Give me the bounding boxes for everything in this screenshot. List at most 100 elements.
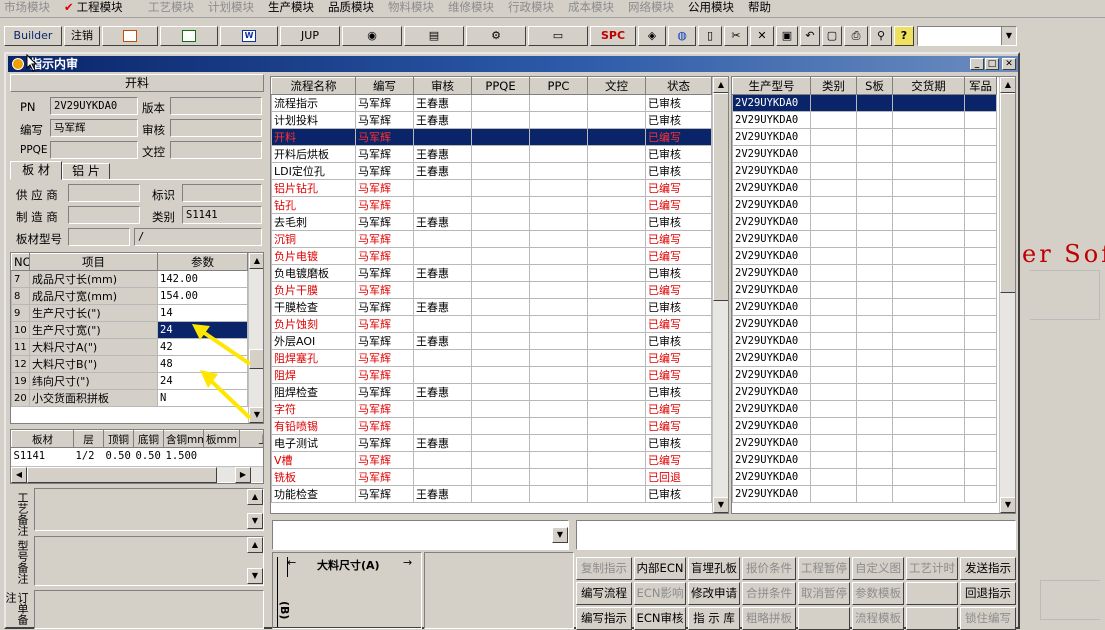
menu-item-9[interactable]: 成本模块 <box>568 0 614 16</box>
order-row[interactable]: 2V29UYKDA0 <box>732 230 997 248</box>
action-button-2-0[interactable]: 编写指示 <box>576 607 632 630</box>
order-row[interactable]: 2V29UYKDA0 <box>732 366 997 384</box>
ppt-icon[interactable] <box>102 26 158 46</box>
flow-header[interactable]: 状态 <box>645 77 712 95</box>
close-button[interactable]: ✕ <box>1002 58 1016 70</box>
new-file-icon[interactable]: ▯ <box>698 26 722 46</box>
param-row[interactable]: 8 成品尺寸宽(mm) 154.00 <box>11 287 248 305</box>
maximize-button[interactable]: □ <box>985 58 999 70</box>
order-row[interactable]: 2V29UYKDA0 <box>732 451 997 469</box>
cube-icon[interactable]: ◈ <box>638 26 666 46</box>
flow-row[interactable]: 阻焊 马军辉 已编写 <box>271 366 712 384</box>
action-button-2-3[interactable]: 粗略拼板 <box>742 607 796 630</box>
undo-icon[interactable]: ↶ <box>800 26 820 46</box>
chevron-down-icon[interactable]: ▼ <box>552 527 568 543</box>
order-row[interactable]: 2V29UYKDA0 <box>732 196 997 214</box>
find-icon[interactable]: ⚲ <box>870 26 892 46</box>
order-row[interactable]: 2V29UYKDA0 <box>732 281 997 299</box>
category-field[interactable]: S1141 <box>182 206 262 224</box>
flow-row[interactable]: 负片干膜 马军辉 已编写 <box>271 281 712 299</box>
order-row[interactable]: 2V29UYKDA0 <box>732 179 997 197</box>
save-icon[interactable]: ▣ <box>776 26 798 46</box>
doc-control-field[interactable] <box>170 141 262 159</box>
order-row[interactable]: 2V29UYKDA0 <box>732 264 997 282</box>
action-button-2-2[interactable]: 指 示 库 <box>688 607 740 630</box>
computer-icon[interactable]: ▭ <box>528 26 588 46</box>
flow-header[interactable]: 审核 <box>413 77 472 95</box>
builder-button[interactable]: Builder <box>4 26 62 46</box>
orders-header[interactable]: 类别 <box>810 77 857 95</box>
scroll-up-icon[interactable]: ▲ <box>1000 77 1015 93</box>
action-button-2-4[interactable] <box>798 607 850 630</box>
flow-row[interactable]: 字符 马军辉 已编写 <box>271 400 712 418</box>
flow-row[interactable]: V槽 马军辉 已编写 <box>271 451 712 469</box>
action-button-1-0[interactable]: 编写流程 <box>576 582 632 605</box>
order-row[interactable]: 2V29UYKDA0 <box>732 434 997 452</box>
menu-item-12[interactable]: 帮助 <box>748 0 771 16</box>
action-button-0-7[interactable]: 发送指示 <box>960 557 1016 580</box>
orders-header[interactable]: 生产型号 <box>732 77 811 95</box>
action-button-0-4[interactable]: 工程暂停 <box>798 557 850 580</box>
scroll-down-icon[interactable]: ▼ <box>247 568 263 584</box>
scroll-right-icon[interactable]: ▶ <box>235 467 251 483</box>
pn-field[interactable]: 2V29UYKDA0 <box>50 97 138 115</box>
flow-row[interactable]: 去毛刺 马军辉 王春惠 已审核 <box>271 213 712 231</box>
flow-row[interactable]: 外层AOI 马军辉 王春惠 已审核 <box>271 332 712 350</box>
excel-icon[interactable] <box>160 26 218 46</box>
maker-field[interactable] <box>68 206 140 224</box>
order-row[interactable]: 2V29UYKDA0 <box>732 145 997 163</box>
process-remark-box[interactable]: ▲ ▼ <box>34 488 264 531</box>
menu-item-10[interactable]: 网络模块 <box>628 0 674 16</box>
order-row[interactable]: 2V29UYKDA0 <box>732 298 997 316</box>
flow-row[interactable]: 有铅喷锡 马军辉 已编写 <box>271 417 712 435</box>
toolbar-combo[interactable]: ▼ <box>917 26 1017 46</box>
flow-row[interactable]: 铣板 马军辉 已回退 <box>271 468 712 486</box>
orders-scrollbar[interactable]: ▲ ▼ <box>999 77 1015 513</box>
scroll-up-icon[interactable]: ▲ <box>247 537 263 553</box>
word-icon[interactable]: W <box>220 26 278 46</box>
scroll-up-icon[interactable]: ▲ <box>713 77 728 93</box>
scroll-up-icon[interactable]: ▲ <box>249 253 263 269</box>
action-button-1-3[interactable]: 合拼条件 <box>742 582 796 605</box>
spc-button[interactable]: SPC <box>590 26 636 46</box>
flow-row[interactable]: 计划投料 马军辉 王春惠 已审核 <box>271 111 712 129</box>
scroll-down-icon[interactable]: ▼ <box>247 513 263 529</box>
action-button-1-7[interactable]: 回退指示 <box>960 582 1016 605</box>
eye-icon[interactable]: ◉ <box>342 26 402 46</box>
orders-header[interactable]: 交货期 <box>892 77 965 95</box>
delete-icon[interactable]: ✕ <box>750 26 774 46</box>
action-button-0-0[interactable]: 复制指示 <box>576 557 632 580</box>
order-row[interactable]: 2V29UYKDA0 <box>732 315 997 333</box>
model-remark-box[interactable]: ▲ ▼ <box>34 536 264 586</box>
minimize-button[interactable]: _ <box>970 58 984 70</box>
cut-icon[interactable]: ✂ <box>724 26 748 46</box>
menu-item-4[interactable]: 生产模块 <box>268 0 314 16</box>
menu-item-2[interactable]: 工艺模块 <box>148 0 194 16</box>
tab-aluminum[interactable]: 铝 片 <box>62 163 110 180</box>
action-button-2-1[interactable]: ECN审核 <box>634 607 686 630</box>
flow-row[interactable]: 负片电镀 马军辉 已编写 <box>271 247 712 265</box>
flow-row[interactable]: 阻焊塞孔 马军辉 已编写 <box>271 349 712 367</box>
flow-header[interactable]: 文控 <box>587 77 646 95</box>
order-row[interactable]: 2V29UYKDA0 <box>732 400 997 418</box>
board-row[interactable]: S1141 1/2 0.50 0.50 1.500 <box>12 448 264 465</box>
board-type-field[interactable] <box>68 228 130 246</box>
action-button-2-7[interactable]: 锁住编写 <box>960 607 1016 630</box>
flow-row[interactable]: 功能检查 马军辉 王春惠 已审核 <box>271 485 712 503</box>
database-icon[interactable]: ▤ <box>404 26 464 46</box>
order-row[interactable]: 2V29UYKDA0 <box>732 94 997 112</box>
order-remark-box[interactable] <box>34 590 264 629</box>
flow-row[interactable]: 流程指示 马军辉 王春惠 已审核 <box>271 94 712 112</box>
order-row[interactable]: 2V29UYKDA0 <box>732 162 997 180</box>
flow-row[interactable]: LDI定位孔 马军辉 王春惠 已审核 <box>271 162 712 180</box>
order-row[interactable]: 2V29UYKDA0 <box>732 383 997 401</box>
action-button-1-6[interactable] <box>906 582 958 605</box>
author-field[interactable]: 马军辉 <box>50 119 138 137</box>
menu-item-3[interactable]: 计划模块 <box>208 0 254 16</box>
action-button-0-5[interactable]: 自定义图 <box>852 557 904 580</box>
order-row[interactable]: 2V29UYKDA0 <box>732 417 997 435</box>
flow-header[interactable]: 流程名称 <box>271 77 356 95</box>
action-button-1-5[interactable]: 参数模板 <box>852 582 904 605</box>
logout-button[interactable]: 注销 <box>64 26 100 46</box>
scroll-down-icon[interactable]: ▼ <box>713 497 728 513</box>
